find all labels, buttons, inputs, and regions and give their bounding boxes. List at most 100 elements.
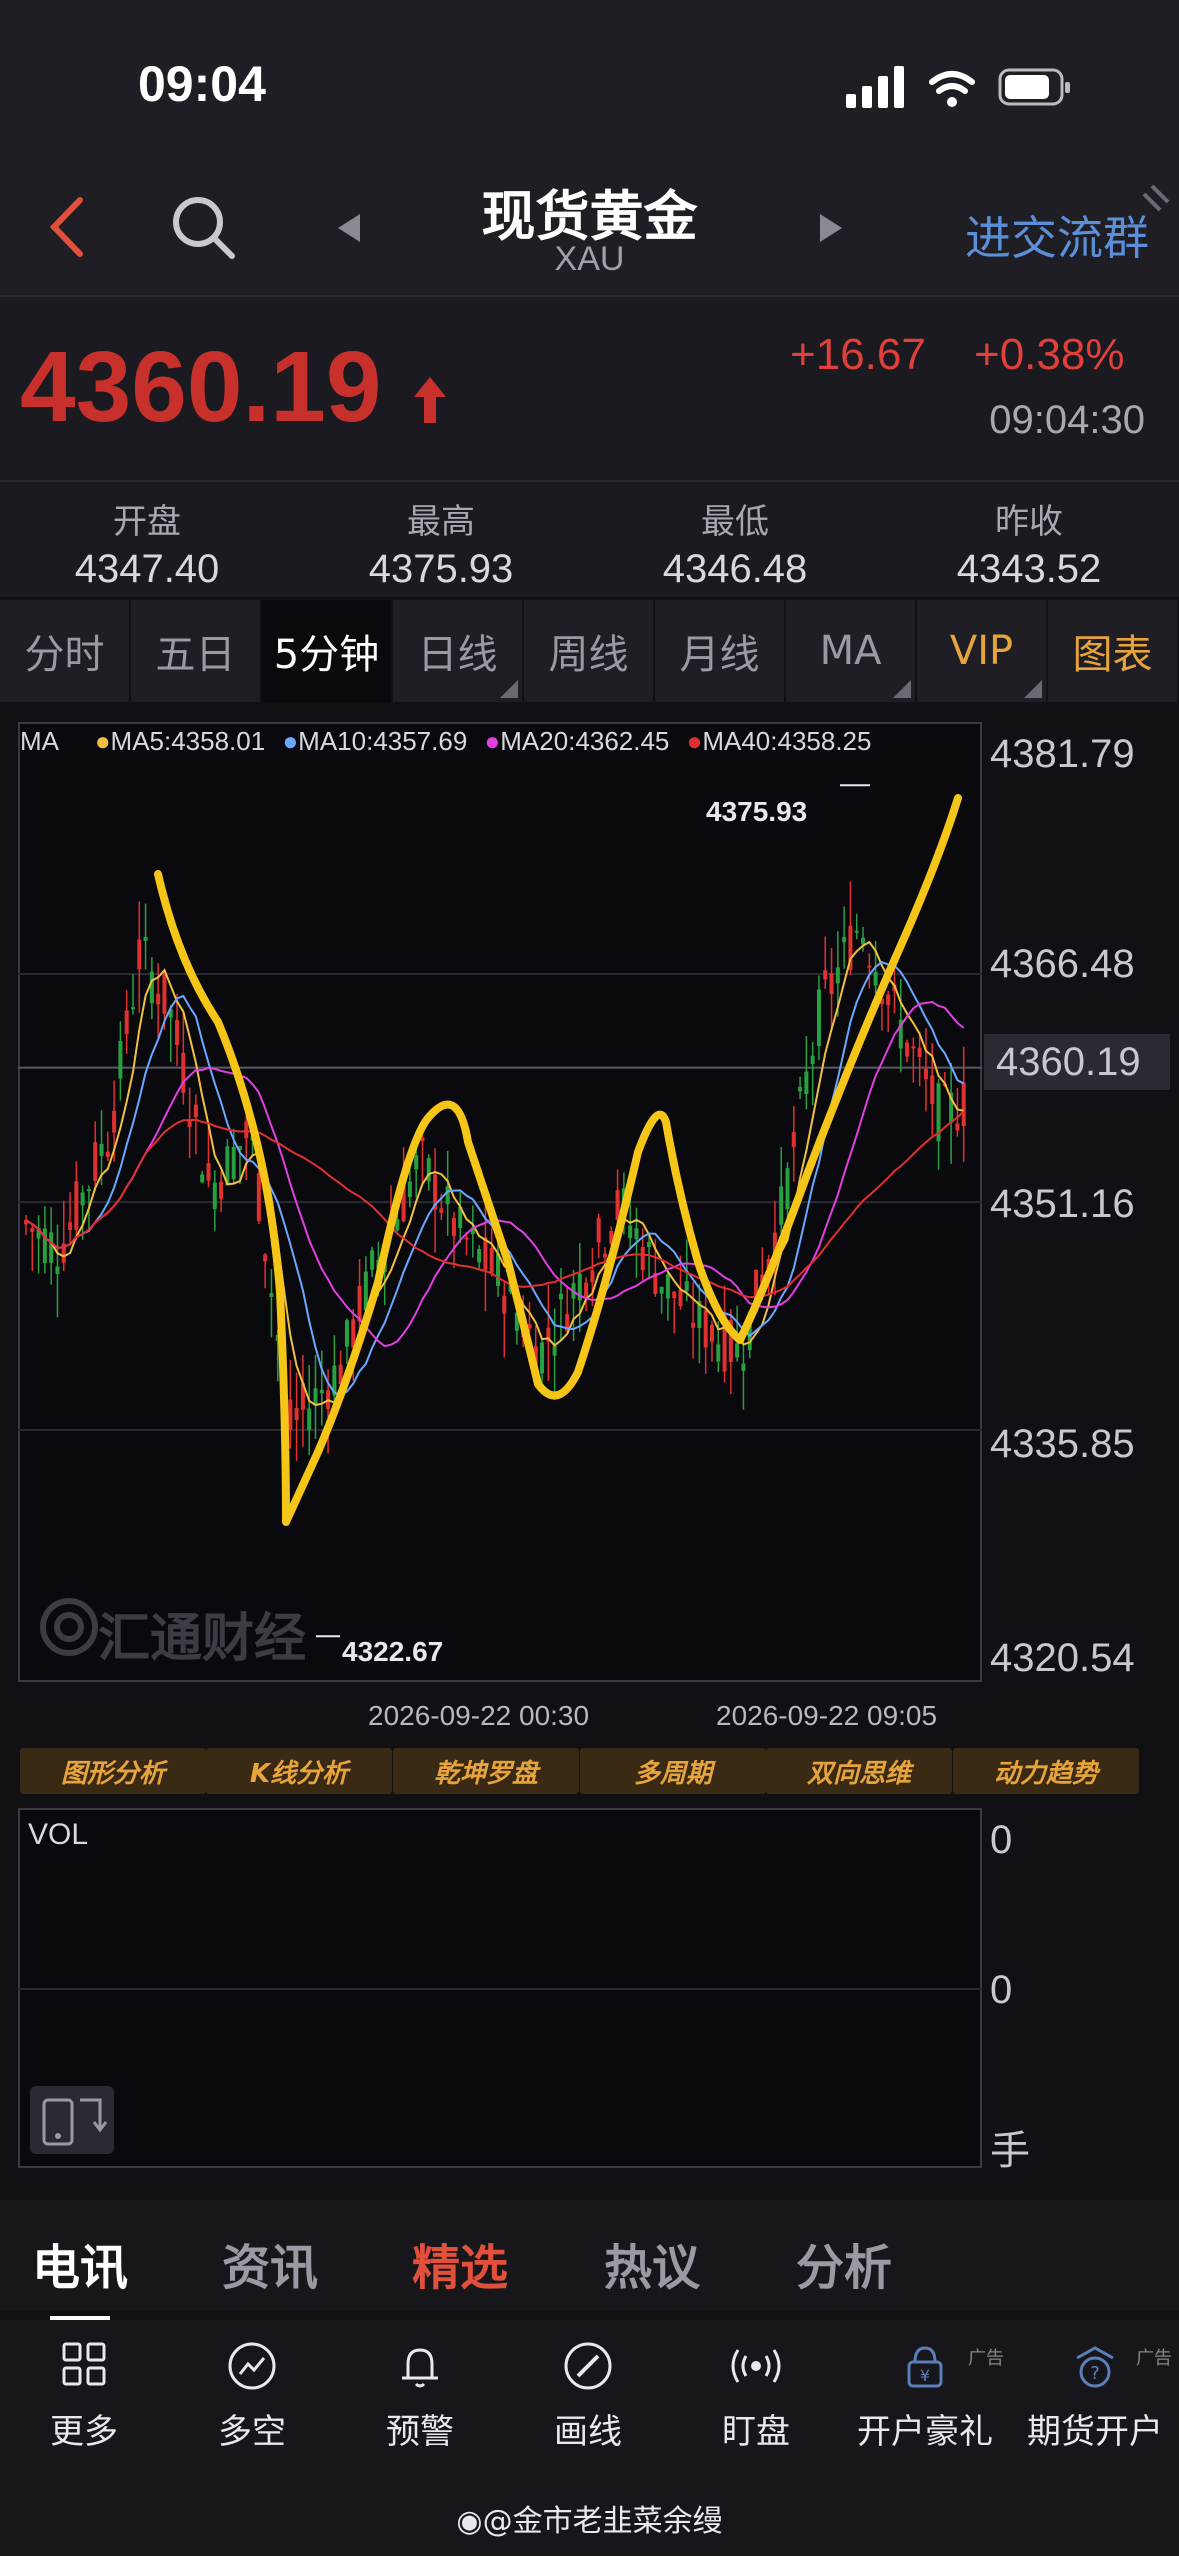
candle-body: [590, 1270, 595, 1283]
candle-body: [647, 1241, 652, 1248]
x-tick: 2026-09-22 09:05: [716, 1700, 938, 1731]
candle-body: [212, 1182, 217, 1210]
candle-body: [483, 1237, 488, 1270]
tool-pattern-analysis[interactable]: 图形分析: [20, 1748, 206, 1794]
news-tab-info[interactable]: 资讯: [222, 2228, 318, 2298]
candle-body: [370, 1250, 375, 1270]
candle-body: [344, 1320, 349, 1347]
gridline: [18, 1988, 982, 1990]
volume-label: VOL: [28, 1818, 89, 1851]
tab-monthly[interactable]: 月线: [655, 600, 786, 702]
bottom-draw-button[interactable]: 画线: [504, 2340, 672, 2453]
candle-body: [42, 1228, 47, 1264]
tab-weekly[interactable]: 周线: [524, 600, 655, 702]
candle-body: [823, 970, 828, 980]
candle-body: [175, 1020, 180, 1045]
candle-body: [886, 994, 891, 1006]
bottom-longshort-button[interactable]: 多空: [168, 2340, 336, 2453]
candle-body: [313, 1388, 318, 1404]
next-arrow-icon[interactable]: [816, 212, 846, 244]
news-tab-hot[interactable]: 热议: [604, 2228, 700, 2298]
candle-body: [961, 1082, 966, 1127]
svg-text:?: ?: [1090, 2363, 1100, 2384]
bottom-alert-button[interactable]: 预警: [336, 2340, 504, 2453]
candle-body: [118, 1040, 123, 1079]
candle-body: [779, 1186, 784, 1225]
status-icons: [846, 66, 1070, 108]
candle-body: [80, 1192, 85, 1206]
tab-intraday[interactable]: 分时: [0, 600, 131, 702]
candle-body: [143, 936, 148, 941]
x-tick: 2026-09-22 00:30: [368, 1700, 590, 1731]
candle-body: [816, 989, 821, 1046]
broadcast-icon: [731, 2349, 781, 2383]
news-tab-telegraph[interactable]: 电讯: [32, 2228, 128, 2298]
candle-body: [357, 1285, 362, 1322]
candle-body: [785, 1168, 790, 1210]
news-tab-analysis[interactable]: 分析: [796, 2228, 892, 2298]
candle-body: [294, 1407, 299, 1421]
candle-body: [68, 1222, 73, 1230]
question-badge-icon: ?: [1076, 2346, 1114, 2388]
vol-unit: 手: [990, 2129, 1030, 2173]
candle-body: [149, 971, 154, 1004]
rotate-screen-icon[interactable]: [28, 2084, 116, 2156]
tool-momentum[interactable]: 动力趋势: [953, 1748, 1139, 1794]
candle-body: [30, 1228, 35, 1232]
candle-body: [930, 1075, 935, 1104]
candle-body: [451, 1217, 456, 1237]
candle-body: [703, 1310, 708, 1348]
tab-chart-settings[interactable]: 图表: [1048, 600, 1179, 702]
tool-bidirectional[interactable]: 双向思维: [766, 1748, 952, 1794]
high-marker: 4375.93: [706, 796, 808, 827]
candle-body: [99, 1144, 104, 1157]
vol-tick: 0: [990, 1818, 1013, 1862]
candle-body: [735, 1343, 740, 1358]
tab-vip[interactable]: VIP: [917, 600, 1048, 702]
candle-body: [628, 1225, 633, 1239]
candle-body: [407, 1181, 412, 1198]
candle-body: [659, 1286, 664, 1294]
bottom-more-button[interactable]: 更多: [0, 2340, 168, 2453]
candle-body: [288, 1399, 293, 1430]
tool-compass[interactable]: 乾坤罗盘: [393, 1748, 579, 1794]
tab-five-day[interactable]: 五日: [131, 600, 262, 702]
candle-body: [861, 937, 866, 945]
candle-body: [716, 1344, 721, 1362]
battery-icon: [998, 68, 1070, 106]
candle-body: [558, 1293, 563, 1300]
quote-time: 09:04:30: [989, 398, 1145, 442]
candle-body: [691, 1322, 696, 1328]
svg-text:¥: ¥: [920, 2366, 930, 2385]
price-change: +16.67: [790, 330, 926, 379]
tab-5min[interactable]: 5分钟: [262, 600, 393, 702]
candle-body: [263, 1254, 268, 1262]
candle-body: [709, 1324, 714, 1342]
candle-body: [55, 1266, 60, 1275]
weibo-watermark: ◉@金市老韭菜余缦: [456, 2504, 723, 2539]
candle-body: [137, 939, 142, 970]
tab-ma[interactable]: MA: [786, 600, 917, 702]
news-tab-featured[interactable]: 精选: [412, 2228, 508, 2298]
bottom-watch-button[interactable]: 盯盘: [672, 2340, 840, 2453]
low-marker: 4322.67: [342, 1636, 444, 1667]
y-tick: 4335.85: [990, 1422, 1135, 1466]
candle-body: [244, 1121, 249, 1139]
expand-corner-icon: [1142, 184, 1170, 212]
candle-body: [256, 1173, 261, 1222]
candle-body: [464, 1237, 469, 1240]
candle-body: [911, 1046, 916, 1049]
candle-body: [439, 1208, 444, 1213]
tool-kline-analysis[interactable]: K线分析: [206, 1748, 392, 1794]
ad-badge: 广告: [1136, 2348, 1172, 2369]
trend-circle-icon: [228, 2342, 276, 2390]
candle-body: [854, 930, 859, 933]
tool-multi-period[interactable]: 多周期: [580, 1748, 766, 1794]
ma5-line: [25, 940, 964, 1407]
join-group-button[interactable]: 进交流群: [965, 202, 1149, 268]
candle-body: [905, 1042, 910, 1057]
price-up-arrow-icon: [414, 377, 446, 423]
candle-body: [810, 1055, 815, 1065]
y-tick: 4351.16: [990, 1182, 1135, 1226]
tab-daily[interactable]: 日线: [393, 600, 524, 702]
